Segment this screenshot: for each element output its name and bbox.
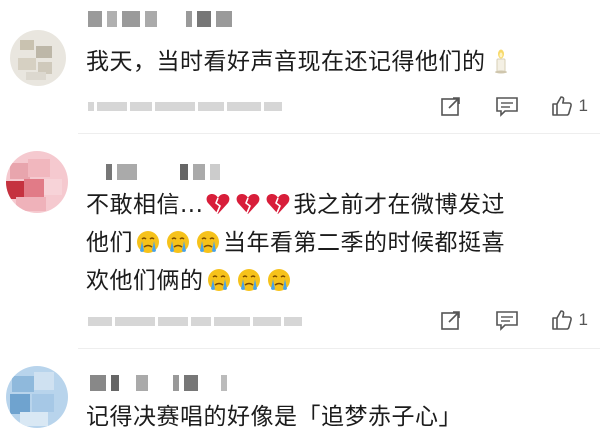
comment-item: 我天，当时看好声音现在还记得他们的 1 [0,0,600,133]
comment-body: 当年看第二季的时候都挺喜 [223,230,505,256]
username-redacted[interactable] [88,8,232,30]
comment-icon [495,97,518,117]
share-icon [440,97,460,116]
comment-actions: 1 [408,93,588,119]
comment-text: 不敢相信... 我之前才在微博发过 他们 当年看第二季的时候都挺喜 欢他们俩的 [86,186,566,300]
share-button[interactable] [438,307,464,333]
crying-face-icon [167,231,189,253]
comment-body: 我天，当时看好声音现在还记得他们的 [86,49,486,75]
thumbs-up-icon [551,96,572,116]
comment-body: 我之前才在微博发过 [293,192,505,218]
avatar[interactable] [10,30,66,86]
reply-button[interactable] [494,93,520,119]
comment-item: 记得决赛唱的好像是「追梦赤子心」 [0,348,600,439]
reply-button[interactable] [494,307,520,333]
crying-face-icon [197,231,219,253]
broken-heart-icon [237,194,260,214]
comment-text: 我天，当时看好声音现在还记得他们的 [86,43,516,81]
share-icon [440,311,460,330]
candle-icon [494,49,507,74]
crying-face-icon [207,269,230,291]
comment-body: 欢他们俩的 [86,268,204,294]
like-button[interactable]: 1 [550,94,588,118]
like-count: 1 [578,96,588,115]
like-button[interactable]: 1 [550,308,588,332]
comment-item: 不敢相信... 我之前才在微博发过 他们 当年看第二季的时候都挺喜 欢他们俩的 … [0,133,600,348]
comment-meta-redacted [88,315,302,327]
comment-text: 记得决赛唱的好像是「追梦赤子心」 [86,398,462,436]
avatar[interactable] [6,151,68,213]
text-line: 欢他们俩的 [86,262,566,300]
comment-actions: 1 [408,307,588,333]
text-line: 他们 当年看第二季的时候都挺喜 [86,224,566,262]
like-count: 1 [578,310,588,329]
broken-heart-icon [267,194,290,214]
share-button[interactable] [438,93,464,119]
username-redacted[interactable] [90,372,227,394]
comment-body: 他们 [86,230,133,256]
comment-icon [495,311,518,331]
crying-face-icon [137,231,159,253]
text-line: 不敢相信... 我之前才在微博发过 [86,186,566,224]
thumbs-up-icon [551,310,572,330]
comment-body: 不敢相信... [86,192,204,218]
broken-heart-icon [207,194,230,214]
comment-body: 记得决赛唱的好像是「追梦赤子心」 [86,404,462,430]
username-redacted[interactable] [106,161,220,183]
comment-meta-redacted [88,100,282,112]
avatar[interactable] [6,366,68,428]
crying-face-icon [267,269,290,291]
crying-face-icon [237,269,260,291]
